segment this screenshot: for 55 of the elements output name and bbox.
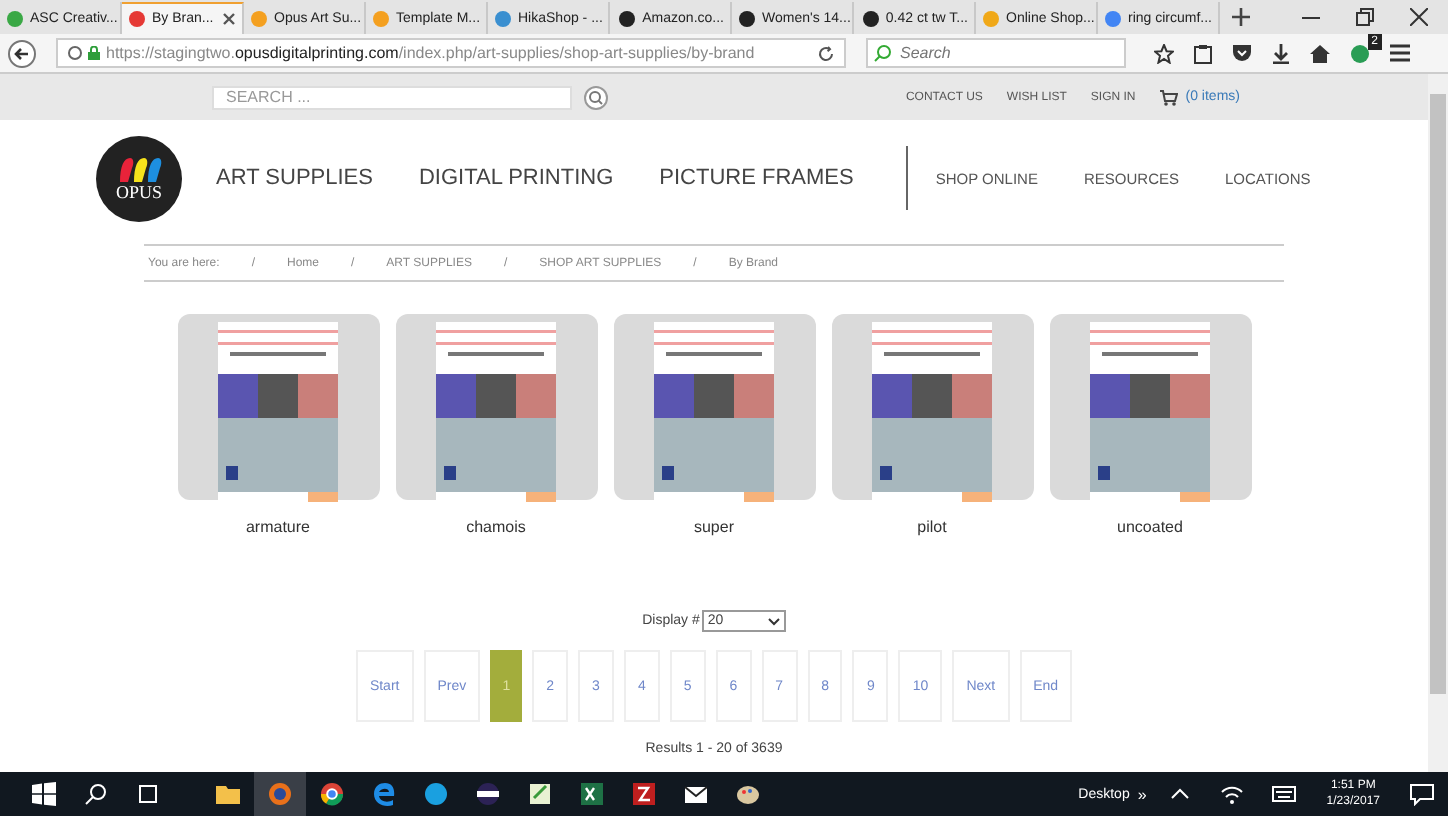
paint-palette-icon[interactable] xyxy=(736,782,760,806)
keyboard-icon[interactable] xyxy=(1272,782,1297,806)
lock-icon xyxy=(88,46,100,60)
url-text: https://stagingtwo.opusdigitalprinting.com/index.php/art-supplies/shop-art-supplies/by-brand xyxy=(106,44,755,62)
parrots-icon xyxy=(115,154,163,182)
product-name[interactable]: armature xyxy=(245,518,310,536)
task-view-icon[interactable] xyxy=(136,782,160,806)
close-icon[interactable] xyxy=(1410,8,1428,26)
scrollbar[interactable] xyxy=(1428,74,1448,772)
product-card[interactable] xyxy=(831,314,1033,500)
reload-icon[interactable] xyxy=(818,45,834,61)
windows-logo-icon[interactable] xyxy=(32,782,56,806)
product-name[interactable]: uncoated xyxy=(1117,518,1183,536)
notifications-icon[interactable] xyxy=(1410,782,1434,806)
download-icon[interactable] xyxy=(1272,43,1290,63)
address-field[interactable]: https://stagingtwo.opusdigitalprinting.com/index.php/art-supplies/shop-art-supplies/by-brand xyxy=(56,38,846,68)
menu-icon[interactable] xyxy=(1390,44,1410,62)
cart-icon[interactable] xyxy=(1159,89,1178,105)
new-tab-icon[interactable] xyxy=(1232,8,1250,26)
nav-link[interactable]: ART SUPPLIES xyxy=(216,166,373,190)
back-icon[interactable] xyxy=(8,39,36,67)
wifi-icon[interactable] xyxy=(1220,782,1245,806)
product-card[interactable] xyxy=(177,314,379,500)
scrollbar-thumb[interactable] xyxy=(1430,94,1446,694)
search-field[interactable]: Search xyxy=(866,38,1126,68)
product-card[interactable] xyxy=(613,314,815,500)
clipboard-icon[interactable] xyxy=(1194,43,1212,63)
logo-text: OPUS xyxy=(115,182,162,202)
filezilla-icon[interactable] xyxy=(632,782,656,806)
edge-icon[interactable] xyxy=(372,782,396,806)
nav-link[interactable]: PICTURE FRAMES xyxy=(659,166,854,190)
search-icon xyxy=(874,44,892,62)
home-icon[interactable] xyxy=(1310,43,1330,63)
search-icon[interactable] xyxy=(84,782,108,806)
product-name[interactable]: chamois xyxy=(466,518,526,536)
nav-link[interactable]: DIGITAL PRINTING xyxy=(418,166,614,190)
toolbar-expand[interactable]: » xyxy=(1137,785,1147,803)
restore-icon[interactable] xyxy=(1356,8,1374,26)
product-card[interactable] xyxy=(395,314,597,500)
firefox-icon[interactable] xyxy=(268,782,292,806)
chrome-icon[interactable] xyxy=(320,782,344,806)
logo[interactable]: OPUS xyxy=(96,135,182,221)
folder-icon[interactable] xyxy=(216,782,240,806)
excel-icon[interactable] xyxy=(580,782,604,806)
info-icon xyxy=(68,46,82,60)
caret-icon xyxy=(767,617,780,625)
product-card[interactable] xyxy=(1049,314,1251,500)
mail-icon[interactable] xyxy=(684,782,708,806)
search-field[interactable]: SEARCH ... xyxy=(212,85,572,109)
close-icon[interactable] xyxy=(222,12,236,26)
star-icon[interactable] xyxy=(1154,43,1174,63)
product-name[interactable]: super xyxy=(693,518,734,536)
product-name[interactable]: pilot xyxy=(917,518,947,536)
pocket-icon[interactable] xyxy=(1232,44,1252,62)
eclipse-icon[interactable] xyxy=(476,782,500,806)
